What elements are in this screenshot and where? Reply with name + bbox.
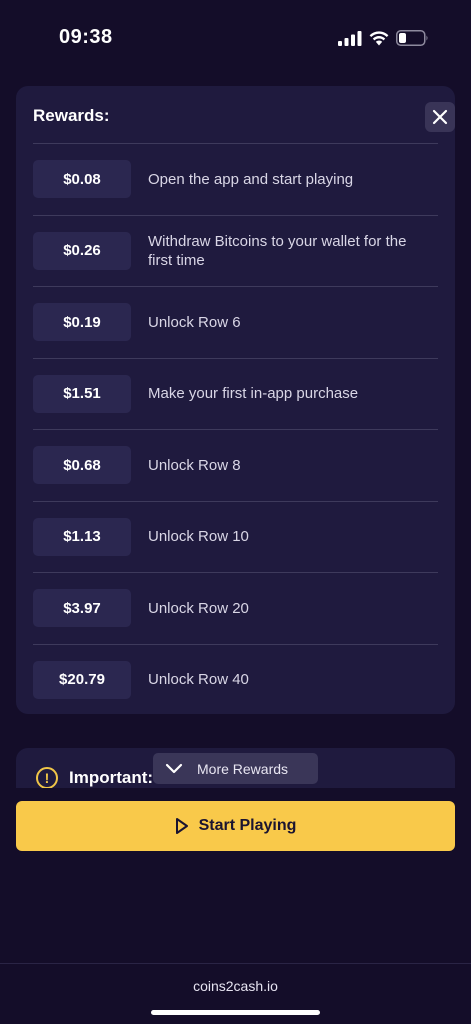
domain-link[interactable]: coins2cash.io bbox=[0, 978, 471, 994]
more-rewards-label: More Rewards bbox=[197, 760, 289, 777]
reward-description: Unlock Row 20 bbox=[148, 599, 249, 617]
reward-list: $0.08 Open the app and start playing $0.… bbox=[33, 143, 438, 715]
important-label: Important: bbox=[69, 768, 154, 787]
home-indicator[interactable] bbox=[151, 1010, 320, 1015]
reward-description: Unlock Row 6 bbox=[148, 313, 241, 331]
chevron-down-icon bbox=[165, 763, 183, 773]
reward-description: Make your first in-app purchase bbox=[148, 385, 359, 403]
play-icon bbox=[175, 818, 188, 834]
reward-row: $1.13 Unlock Row 10 bbox=[33, 500, 438, 573]
rewards-title: Rewards: bbox=[33, 106, 110, 125]
reward-amount: $1.51 bbox=[33, 374, 131, 413]
reward-row: $3.97 Unlock Row 20 bbox=[33, 572, 438, 644]
reward-amount: $20.79 bbox=[33, 660, 131, 699]
status-bar: 09:38 bbox=[0, 0, 471, 78]
more-rewards-button[interactable]: More Rewards bbox=[153, 753, 318, 784]
reward-amount: $0.68 bbox=[33, 446, 131, 485]
warning-icon: ! bbox=[36, 767, 58, 788]
cellular-signal-icon bbox=[338, 31, 362, 46]
footer: coins2cash.io bbox=[0, 963, 471, 1024]
reward-description: Withdraw Bitcoins to your wallet for the… bbox=[148, 232, 407, 269]
reward-amount: $0.19 bbox=[33, 303, 131, 342]
reward-row: $20.79 Unlock Row 40 bbox=[33, 643, 438, 716]
reward-row: $0.26 Withdraw Bitcoins to your wallet f… bbox=[33, 214, 438, 287]
reward-row: $0.08 Open the app and start playing bbox=[33, 143, 438, 215]
close-button[interactable] bbox=[425, 102, 455, 132]
close-icon bbox=[432, 109, 448, 125]
reward-row: $0.19 Unlock Row 6 bbox=[33, 286, 438, 358]
start-playing-label: Start Playing bbox=[198, 817, 297, 834]
rewards-card: Rewards: $0.08 Open the app and start pl… bbox=[16, 86, 455, 714]
wifi-icon bbox=[369, 31, 389, 46]
reward-description: Unlock Row 8 bbox=[148, 456, 241, 474]
reward-description: Unlock Row 40 bbox=[148, 671, 249, 689]
reward-row: $0.68 Unlock Row 8 bbox=[33, 429, 438, 501]
start-playing-button[interactable]: Start Playing bbox=[16, 801, 455, 851]
reward-amount: $0.26 bbox=[33, 231, 131, 270]
battery-icon bbox=[396, 30, 428, 46]
reward-description: Open the app and start playing bbox=[148, 170, 354, 188]
reward-amount: $1.13 bbox=[33, 517, 131, 556]
status-time: 09:38 bbox=[59, 26, 113, 48]
reward-amount: $0.08 bbox=[33, 160, 131, 199]
reward-amount: $3.97 bbox=[33, 589, 131, 628]
reward-row: $1.51 Make your first in-app purchase bbox=[33, 357, 438, 430]
reward-description: Unlock Row 10 bbox=[148, 528, 249, 546]
